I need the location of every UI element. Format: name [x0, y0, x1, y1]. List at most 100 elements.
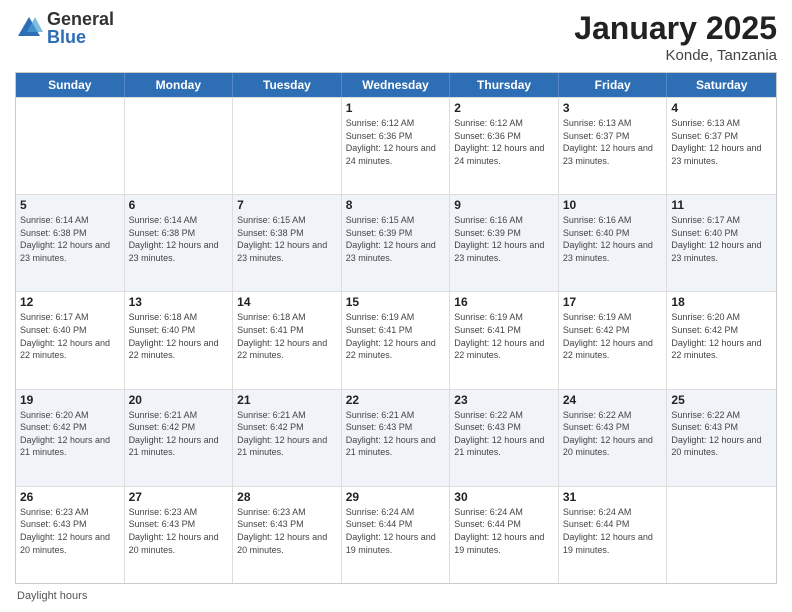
- calendar-cell: 10 Sunrise: 6:16 AM Sunset: 6:40 PM Dayli…: [559, 195, 668, 291]
- calendar-cell: 15 Sunrise: 6:19 AM Sunset: 6:41 PM Dayli…: [342, 292, 451, 388]
- header-day-tuesday: Tuesday: [233, 73, 342, 97]
- title-location: Konde, Tanzania: [574, 47, 777, 64]
- day-number: 11: [671, 198, 772, 212]
- day-number: 22: [346, 393, 446, 407]
- header-day-thursday: Thursday: [450, 73, 559, 97]
- cell-info: Sunrise: 6:19 AM Sunset: 6:41 PM Dayligh…: [346, 311, 446, 361]
- day-number: 26: [20, 490, 120, 504]
- cell-info: Sunrise: 6:24 AM Sunset: 6:44 PM Dayligh…: [454, 506, 554, 556]
- logo: General Blue: [15, 10, 114, 46]
- cell-info: Sunrise: 6:24 AM Sunset: 6:44 PM Dayligh…: [346, 506, 446, 556]
- page: General Blue January 2025 Konde, Tanzani…: [0, 0, 792, 612]
- day-number: 3: [563, 101, 663, 115]
- day-number: 9: [454, 198, 554, 212]
- calendar-cell: 24Sunrise: 6:22 AM Sunset: 6:43 PM Dayli…: [559, 390, 668, 486]
- cell-info: Sunrise: 6:12 AM Sunset: 6:36 PM Dayligh…: [454, 117, 554, 167]
- header-day-sunday: Sunday: [16, 73, 125, 97]
- calendar-cell: 11 Sunrise: 6:17 AM Sunset: 6:40 PM Dayli…: [667, 195, 776, 291]
- day-number: 2: [454, 101, 554, 115]
- cell-info: Sunrise: 6:20 AM Sunset: 6:42 PM Dayligh…: [671, 311, 772, 361]
- day-number: 4: [671, 101, 772, 115]
- cell-info: Sunrise: 6:16 AM Sunset: 6:40 PM Dayligh…: [563, 214, 663, 264]
- day-number: 19: [20, 393, 120, 407]
- cell-info: Sunrise: 6:19 AM Sunset: 6:41 PM Dayligh…: [454, 311, 554, 361]
- calendar-cell: 12 Sunrise: 6:17 AM Sunset: 6:40 PM Dayli…: [16, 292, 125, 388]
- calendar-cell: 22Sunrise: 6:21 AM Sunset: 6:43 PM Dayli…: [342, 390, 451, 486]
- calendar-row-5: 26 Sunrise: 6:23 AM Sunset: 6:43 PM Dayli…: [16, 486, 776, 583]
- day-number: 31: [563, 490, 663, 504]
- day-number: 8: [346, 198, 446, 212]
- day-number: 27: [129, 490, 229, 504]
- calendar-row-4: 19Sunrise: 6:20 AM Sunset: 6:42 PM Dayli…: [16, 389, 776, 486]
- calendar-cell: 18 Sunrise: 6:20 AM Sunset: 6:42 PM Dayli…: [667, 292, 776, 388]
- day-number: 18: [671, 295, 772, 309]
- calendar-cell: 29 Sunrise: 6:24 AM Sunset: 6:44 PM Dayli…: [342, 487, 451, 583]
- day-number: 12: [20, 295, 120, 309]
- day-number: 1: [346, 101, 446, 115]
- calendar-cell: 7Sunrise: 6:15 AM Sunset: 6:38 PM Daylig…: [233, 195, 342, 291]
- header-day-saturday: Saturday: [667, 73, 776, 97]
- title-month: January 2025: [574, 10, 777, 47]
- cell-info: Sunrise: 6:22 AM Sunset: 6:43 PM Dayligh…: [454, 409, 554, 459]
- cell-info: Sunrise: 6:23 AM Sunset: 6:43 PM Dayligh…: [129, 506, 229, 556]
- cell-info: Sunrise: 6:22 AM Sunset: 6:43 PM Dayligh…: [671, 409, 772, 459]
- logo-blue-text: Blue: [47, 28, 114, 46]
- cell-info: Sunrise: 6:13 AM Sunset: 6:37 PM Dayligh…: [671, 117, 772, 167]
- calendar-cell: [667, 487, 776, 583]
- cell-info: Sunrise: 6:13 AM Sunset: 6:37 PM Dayligh…: [563, 117, 663, 167]
- footer-daylight: Daylight hours: [15, 590, 777, 602]
- day-number: 23: [454, 393, 554, 407]
- calendar-cell: 25 Sunrise: 6:22 AM Sunset: 6:43 PM Dayli…: [667, 390, 776, 486]
- day-number: 30: [454, 490, 554, 504]
- calendar-cell: 17Sunrise: 6:19 AM Sunset: 6:42 PM Dayli…: [559, 292, 668, 388]
- logo-text: General Blue: [47, 10, 114, 46]
- calendar-row-2: 5 Sunrise: 6:14 AM Sunset: 6:38 PM Daylig…: [16, 194, 776, 291]
- day-number: 29: [346, 490, 446, 504]
- cell-info: Sunrise: 6:12 AM Sunset: 6:36 PM Dayligh…: [346, 117, 446, 167]
- header-day-wednesday: Wednesday: [342, 73, 451, 97]
- day-number: 21: [237, 393, 337, 407]
- day-number: 25: [671, 393, 772, 407]
- cell-info: Sunrise: 6:24 AM Sunset: 6:44 PM Dayligh…: [563, 506, 663, 556]
- header-day-friday: Friday: [559, 73, 668, 97]
- calendar-cell: 9 Sunrise: 6:16 AM Sunset: 6:39 PM Daylig…: [450, 195, 559, 291]
- cell-info: Sunrise: 6:22 AM Sunset: 6:43 PM Dayligh…: [563, 409, 663, 459]
- calendar-body: 1 Sunrise: 6:12 AM Sunset: 6:36 PM Daylig…: [16, 97, 776, 583]
- day-number: 15: [346, 295, 446, 309]
- calendar-cell: 14Sunrise: 6:18 AM Sunset: 6:41 PM Dayli…: [233, 292, 342, 388]
- calendar-cell: 16 Sunrise: 6:19 AM Sunset: 6:41 PM Dayli…: [450, 292, 559, 388]
- calendar-cell: 21 Sunrise: 6:21 AM Sunset: 6:42 PM Dayli…: [233, 390, 342, 486]
- day-number: 13: [129, 295, 229, 309]
- day-number: 16: [454, 295, 554, 309]
- day-number: 7: [237, 198, 337, 212]
- calendar-cell: 2 Sunrise: 6:12 AM Sunset: 6:36 PM Daylig…: [450, 98, 559, 194]
- calendar-cell: 5Sunrise: 6:14 AM Sunset: 6:38 PM Daylig…: [16, 195, 125, 291]
- title-block: January 2025 Konde, Tanzania: [574, 10, 777, 64]
- calendar-cell: 31 Sunrise: 6:24 AM Sunset: 6:44 PM Dayli…: [559, 487, 668, 583]
- day-number: 6: [129, 198, 229, 212]
- day-number: 10: [563, 198, 663, 212]
- calendar-cell: 26Sunrise: 6:23 AM Sunset: 6:43 PM Dayli…: [16, 487, 125, 583]
- cell-info: Sunrise: 6:16 AM Sunset: 6:39 PM Dayligh…: [454, 214, 554, 264]
- cell-info: Sunrise: 6:21 AM Sunset: 6:42 PM Dayligh…: [237, 409, 337, 459]
- calendar-header: SundayMondayTuesdayWednesdayThursdayFrid…: [16, 73, 776, 97]
- day-number: 28: [237, 490, 337, 504]
- logo-icon: [15, 14, 43, 42]
- calendar-cell: 19Sunrise: 6:20 AM Sunset: 6:42 PM Dayli…: [16, 390, 125, 486]
- day-number: 5: [20, 198, 120, 212]
- cell-info: Sunrise: 6:18 AM Sunset: 6:40 PM Dayligh…: [129, 311, 229, 361]
- calendar-cell: 20Sunrise: 6:21 AM Sunset: 6:42 PM Dayli…: [125, 390, 234, 486]
- calendar-cell: 1 Sunrise: 6:12 AM Sunset: 6:36 PM Daylig…: [342, 98, 451, 194]
- cell-info: Sunrise: 6:21 AM Sunset: 6:42 PM Dayligh…: [129, 409, 229, 459]
- header-day-monday: Monday: [125, 73, 234, 97]
- calendar-cell: [233, 98, 342, 194]
- calendar-cell: 30 Sunrise: 6:24 AM Sunset: 6:44 PM Dayli…: [450, 487, 559, 583]
- cell-info: Sunrise: 6:17 AM Sunset: 6:40 PM Dayligh…: [20, 311, 120, 361]
- calendar-cell: 27 Sunrise: 6:23 AM Sunset: 6:43 PM Dayli…: [125, 487, 234, 583]
- calendar-cell: 8Sunrise: 6:15 AM Sunset: 6:39 PM Daylig…: [342, 195, 451, 291]
- calendar-cell: 6 Sunrise: 6:14 AM Sunset: 6:38 PM Daylig…: [125, 195, 234, 291]
- cell-info: Sunrise: 6:17 AM Sunset: 6:40 PM Dayligh…: [671, 214, 772, 264]
- day-number: 14: [237, 295, 337, 309]
- cell-info: Sunrise: 6:14 AM Sunset: 6:38 PM Dayligh…: [129, 214, 229, 264]
- calendar-cell: [125, 98, 234, 194]
